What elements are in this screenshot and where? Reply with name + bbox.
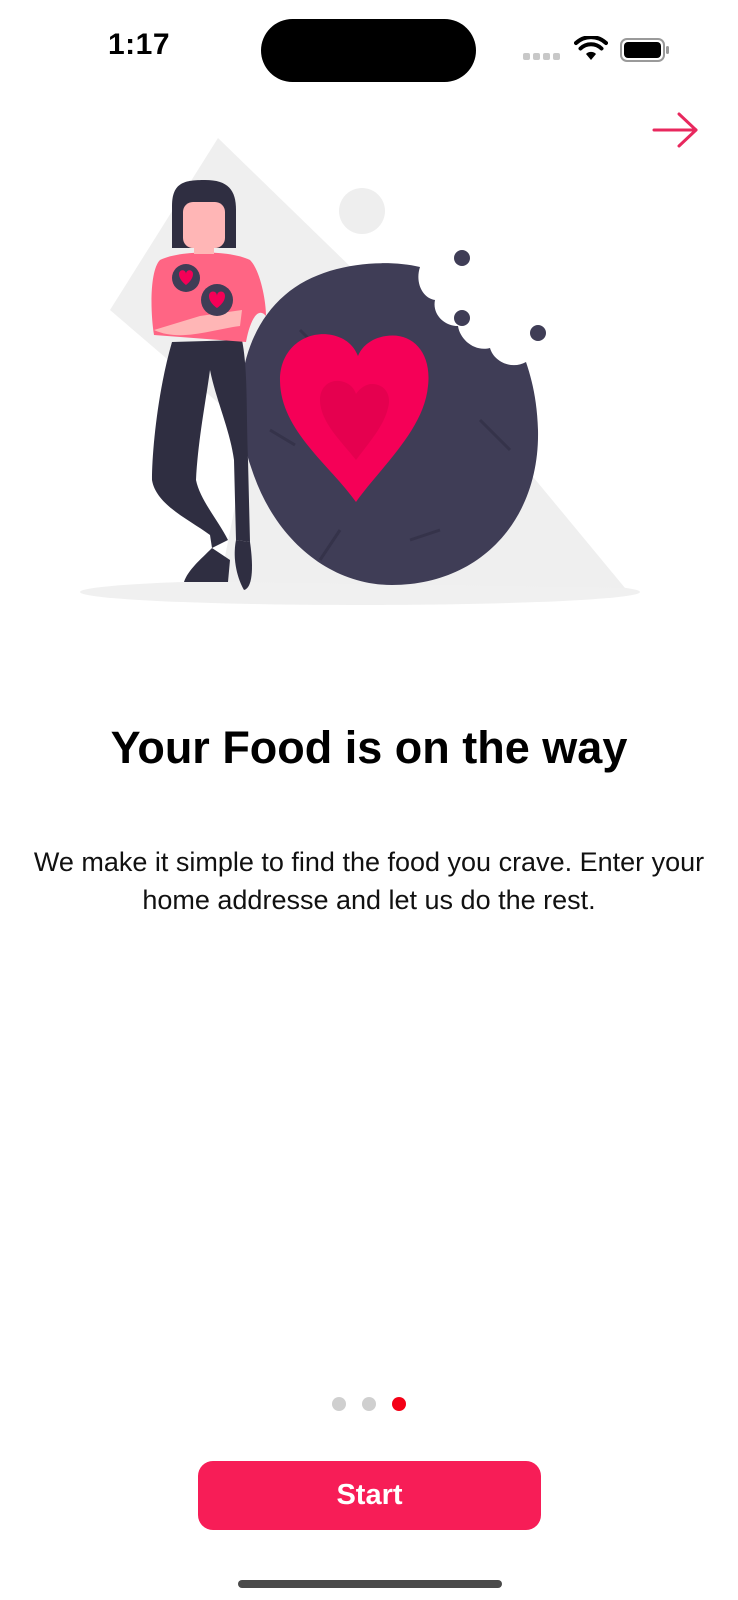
wifi-icon [574, 36, 608, 60]
cellular-signal-icon [523, 53, 563, 61]
dynamic-island [261, 19, 476, 82]
start-button[interactable]: Start [198, 1461, 541, 1530]
page-dot[interactable] [362, 1397, 376, 1411]
food-love-illustration [80, 138, 640, 605]
home-indicator[interactable] [238, 1580, 502, 1588]
page-indicator [0, 1397, 738, 1411]
battery-icon [620, 38, 669, 62]
page-dot-active[interactable] [392, 1397, 406, 1411]
onboarding-description: We make it simple to find the food you c… [33, 847, 720, 915]
onboarding-title: Your Food is on the way [110, 722, 628, 773]
status-time: 1:17 [108, 28, 171, 61]
page-dot[interactable] [332, 1397, 346, 1411]
